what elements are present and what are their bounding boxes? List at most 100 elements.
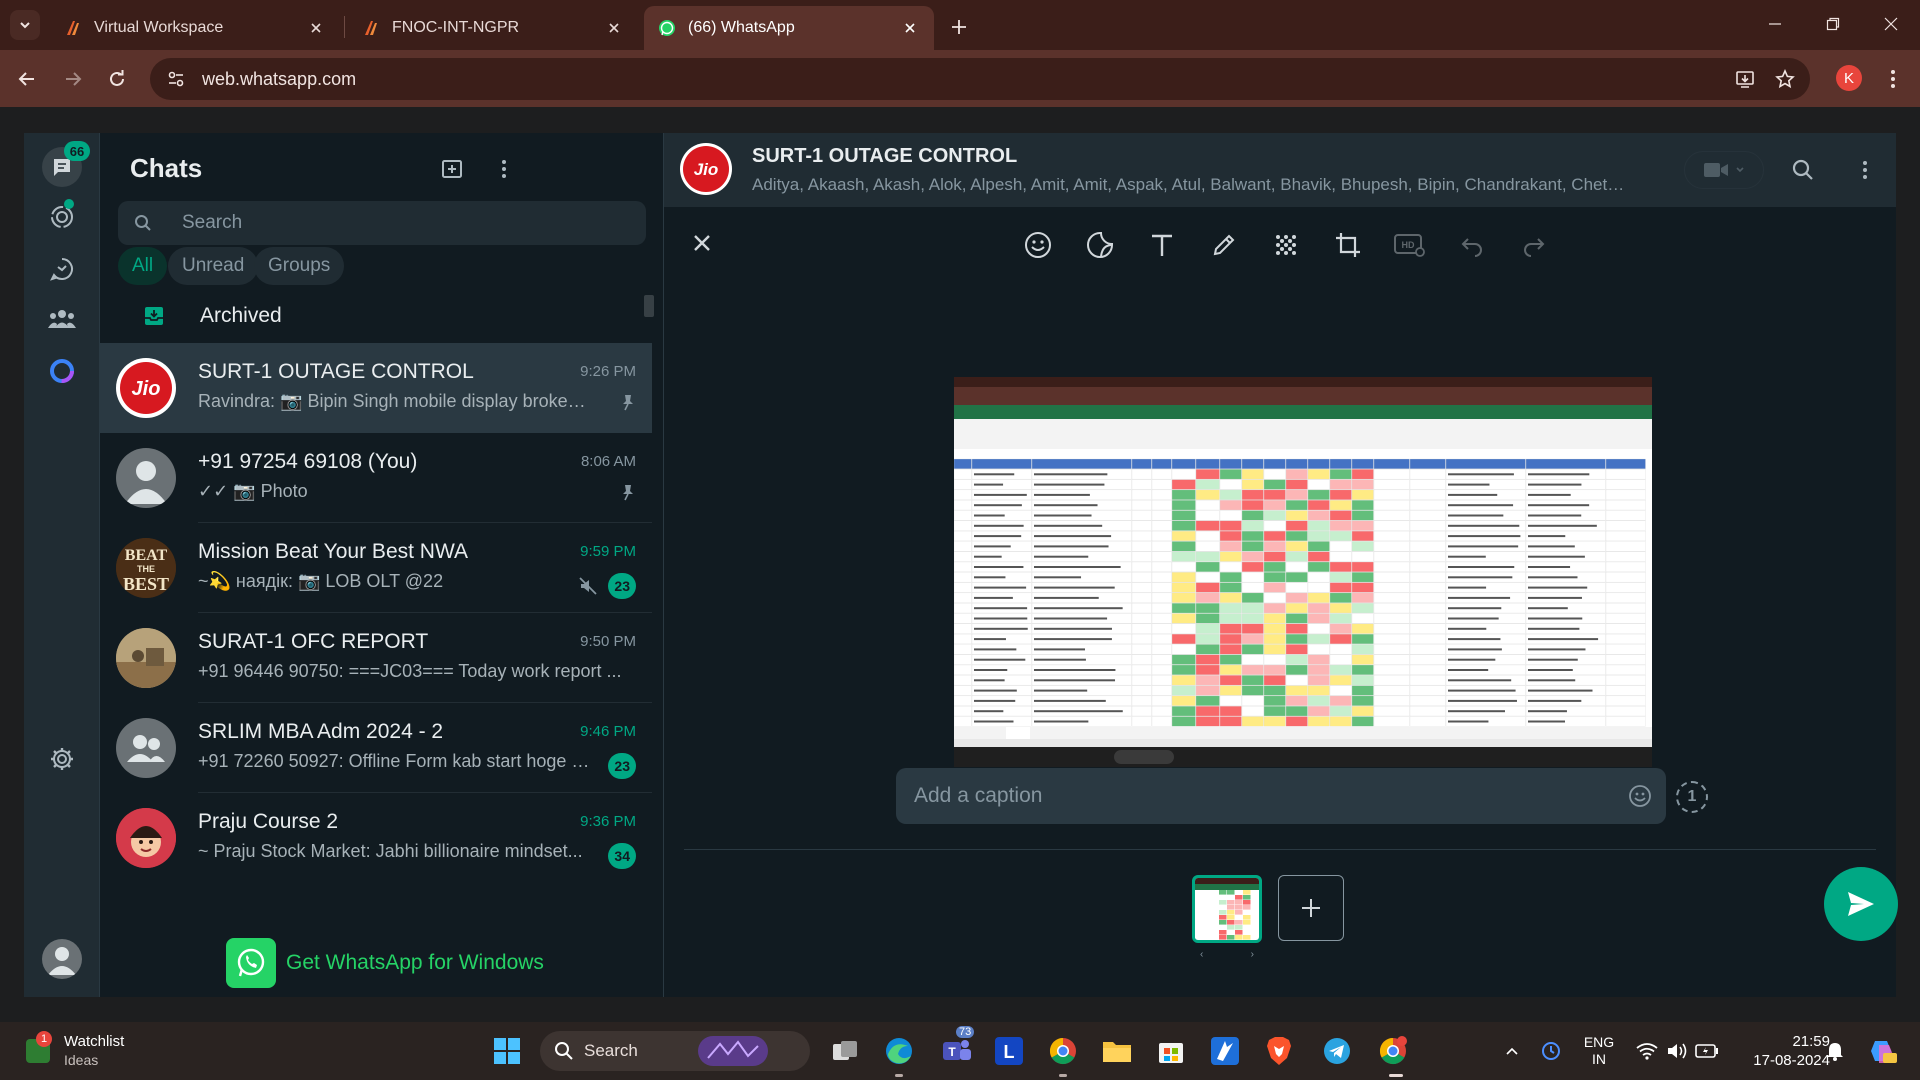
caption-input[interactable] — [914, 784, 1614, 808]
chat-header[interactable]: Jio SURT-1 OUTAGE CONTROL Aditya, Akaash… — [664, 133, 1896, 207]
redo-icon — [1524, 238, 1545, 257]
battery-tray-button[interactable] — [1694, 1032, 1720, 1070]
new-chat-button[interactable] — [434, 151, 470, 187]
my-profile-avatar[interactable] — [42, 939, 82, 979]
task-view-button[interactable] — [826, 1032, 864, 1070]
snipping-app[interactable] — [1206, 1032, 1244, 1070]
bookmark-button[interactable] — [1770, 64, 1800, 94]
microsoft-store-app[interactable] — [1152, 1032, 1190, 1070]
chat-list-item[interactable]: SRLIM MBA Adm 2024 - 2 9:46 PM +91 72260… — [100, 703, 652, 793]
volume-tray-button[interactable] — [1664, 1032, 1690, 1070]
chat-preview-text: +91 96446 90750: ===JC03=== Today work r… — [198, 661, 622, 681]
profile-avatar[interactable]: K — [1836, 65, 1862, 91]
chat-list-item[interactable]: +91 97254 69108 (You) 8:06 AM ✓✓ 📷 Photo — [100, 433, 652, 523]
draw-tool[interactable] — [1204, 225, 1244, 265]
teams-app[interactable]: T 73 — [938, 1026, 976, 1070]
widgets-button[interactable]: 1 Watchlist Ideas — [26, 1030, 124, 1072]
rail-meta-ai-button[interactable] — [42, 351, 82, 391]
blur-tool[interactable] — [1266, 225, 1306, 265]
media-thumbnail[interactable] — [1192, 875, 1262, 943]
show-hidden-icons-button[interactable] — [1500, 1032, 1524, 1070]
send-button[interactable] — [1824, 867, 1898, 941]
telegram-app[interactable] — [1318, 1032, 1356, 1070]
text-tool[interactable] — [1142, 225, 1182, 265]
chat-list-item[interactable]: SURAT-1 OFC REPORT 9:50 PM +91 96446 907… — [100, 613, 652, 703]
reload-button[interactable] — [102, 64, 132, 94]
archived-row[interactable]: Archived — [100, 289, 664, 343]
copilot-button[interactable] — [1864, 1032, 1900, 1070]
search-in-chat-button[interactable] — [1786, 153, 1820, 187]
language-bottom: IN — [1592, 1051, 1606, 1067]
new-tab-button[interactable] — [944, 12, 974, 42]
restore-button[interactable] — [1810, 8, 1856, 40]
crop-tool[interactable] — [1328, 225, 1368, 265]
get-whatsapp-for-windows-banner[interactable]: Get WhatsApp for Windows — [100, 929, 664, 997]
tab-virtual-workspace[interactable]: Virtual Workspace — [50, 6, 340, 50]
tab-search-button[interactable] — [10, 10, 40, 40]
sidebar-menu-button[interactable] — [486, 151, 522, 187]
wifi-tray-button[interactable] — [1634, 1032, 1660, 1070]
filter-all-chip[interactable]: All — [118, 247, 168, 285]
kebab-menu-icon — [502, 160, 506, 178]
filter-groups-chip[interactable]: Groups — [254, 247, 345, 285]
rail-communities-button[interactable] — [42, 299, 82, 339]
close-editor-button[interactable] — [684, 225, 720, 261]
rail-settings-button[interactable] — [42, 739, 82, 779]
chat-search[interactable] — [118, 201, 646, 245]
rail-channels-button[interactable] — [42, 249, 82, 289]
chat-preview-text: ✓✓ 📷 Photo — [198, 481, 308, 501]
chrome-profile-app[interactable] — [1374, 1032, 1412, 1070]
workspace-favicon-icon — [365, 21, 377, 35]
system-clock[interactable]: 21:59 17-08-2024 — [1738, 1032, 1830, 1070]
emoji-tool[interactable] — [1018, 225, 1058, 265]
get-windows-link[interactable]: Get WhatsApp for Windows — [286, 951, 544, 975]
send-icon — [1848, 892, 1874, 916]
filter-unread-chip[interactable]: Unread — [168, 247, 259, 285]
redo-tool[interactable] — [1514, 225, 1554, 265]
file-explorer-app[interactable] — [1098, 1032, 1136, 1070]
notifications-button[interactable] — [1822, 1032, 1848, 1070]
chat-list-item[interactable]: Jio SURT-1 OUTAGE CONTROL 9:26 PM Ravind… — [100, 343, 652, 433]
lync-app[interactable]: L — [990, 1032, 1028, 1070]
chat-meta — [620, 393, 636, 411]
vpn-tray-button[interactable] — [1538, 1032, 1564, 1070]
tab-whatsapp[interactable]: (66) WhatsApp — [644, 6, 934, 50]
sticker-tool[interactable] — [1080, 225, 1120, 265]
close-icon[interactable] — [900, 18, 920, 38]
site-info-icon[interactable] — [156, 58, 196, 100]
browser-menu-button[interactable] — [1878, 64, 1908, 94]
close-icon[interactable] — [306, 18, 326, 38]
group-avatar[interactable]: Jio — [680, 143, 732, 195]
omnibox[interactable]: web.whatsapp.com — [150, 58, 1810, 100]
sidebar-scrollbar[interactable] — [644, 295, 654, 317]
caption-box[interactable] — [896, 768, 1666, 824]
hd-quality-tool[interactable]: HD — [1390, 225, 1430, 265]
chat-list-item[interactable]: BEAT THE BEST Mission Beat Your Best NWA 9… — [100, 523, 652, 613]
install-app-button[interactable] — [1730, 64, 1760, 94]
chat-list-item[interactable]: Praju Course 2 9:36 PM ~ Praju Stock Mar… — [100, 793, 652, 883]
add-media-button[interactable] — [1278, 875, 1344, 941]
brave-app[interactable] — [1260, 1032, 1298, 1070]
video-camera-icon — [1704, 163, 1728, 177]
close-window-button[interactable] — [1868, 8, 1914, 40]
start-button[interactable] — [488, 1032, 526, 1070]
view-once-button[interactable]: 1 — [1676, 781, 1708, 813]
group-members: Aditya, Akaash, Akash, Alok, Alpesh, Ami… — [752, 175, 1632, 194]
undo-tool[interactable] — [1452, 225, 1492, 265]
video-call-button[interactable] — [1684, 151, 1764, 189]
language-top: ENG — [1583, 1034, 1615, 1050]
edge-app[interactable] — [880, 1032, 918, 1070]
chrome-app[interactable] — [1044, 1032, 1082, 1070]
chat-preview-text: Ravindra: 📷 Bipin Singh mobile display b… — [198, 391, 590, 411]
forward-button[interactable] — [58, 64, 88, 94]
emoji-icon[interactable] — [1614, 784, 1666, 808]
minimize-button[interactable] — [1752, 8, 1798, 40]
tab-fnoc-int-ngpr[interactable]: FNOC-INT-NGPR — [348, 6, 638, 50]
rail-status-button[interactable] — [42, 197, 82, 237]
back-button[interactable] — [12, 64, 42, 94]
language-indicator[interactable]: ENG IN — [1574, 1032, 1624, 1070]
taskbar-search[interactable]: Search — [540, 1031, 810, 1071]
chat-menu-button[interactable] — [1848, 153, 1882, 187]
close-icon[interactable] — [604, 18, 624, 38]
search-input[interactable] — [182, 212, 582, 234]
